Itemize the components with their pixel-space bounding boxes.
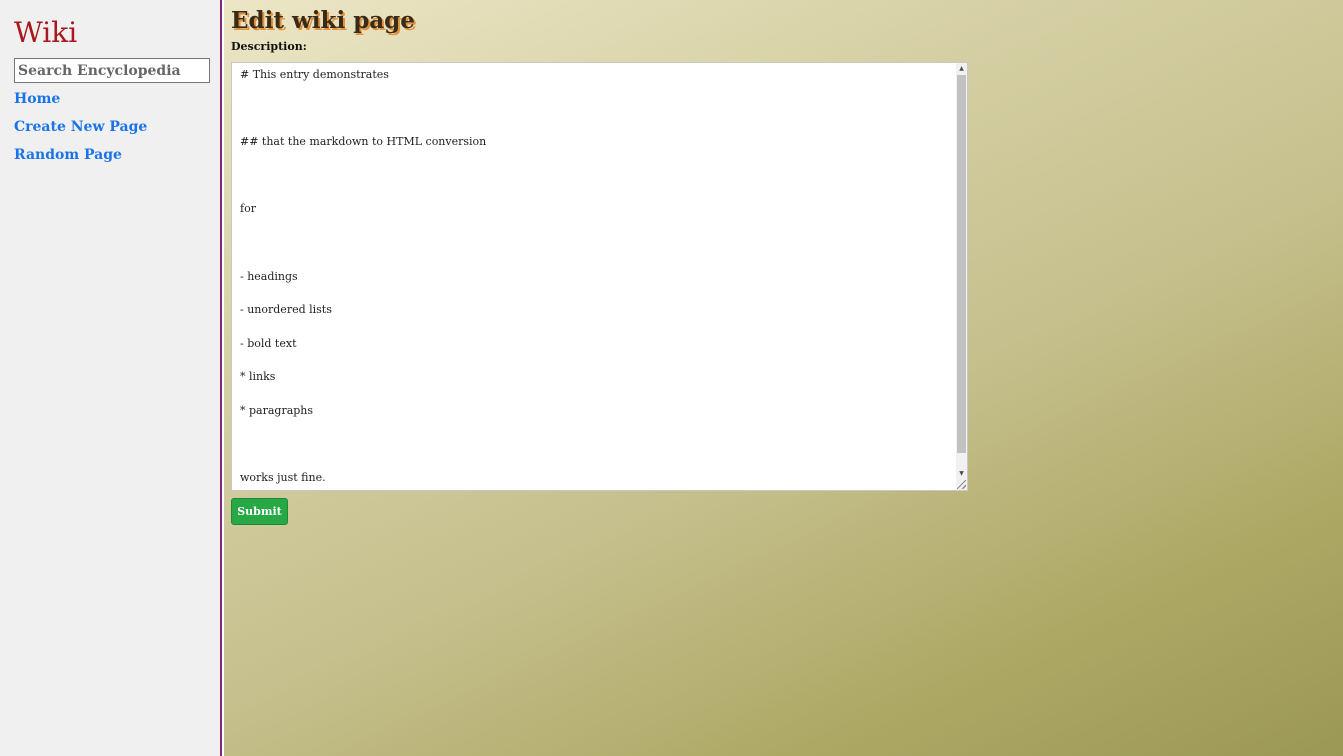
textarea-scrollbar[interactable]: ▲ ▼	[956, 63, 967, 490]
resize-grip-icon[interactable]	[957, 480, 966, 489]
main-content: Edit wiki page Description: # This entry…	[224, 0, 1343, 756]
scrollbar-thumb[interactable]	[957, 75, 966, 453]
scroll-down-arrow-icon[interactable]: ▼	[956, 468, 967, 479]
description-label: Description:	[231, 40, 307, 53]
page-title: Edit wiki page	[231, 7, 415, 34]
nav-link-random-page[interactable]: Random Page	[14, 146, 122, 164]
nav-link-create-new-page[interactable]: Create New Page	[14, 118, 147, 136]
submit-button[interactable]: Submit	[231, 498, 288, 525]
description-textarea[interactable]: # This entry demonstrates ## that the ma…	[231, 62, 968, 491]
scroll-up-arrow-icon[interactable]: ▲	[956, 63, 967, 74]
site-brand: Wiki	[14, 16, 78, 49]
nav-link-home[interactable]: Home	[14, 90, 60, 108]
sidebar: Wiki Home Create New Page Random Page	[0, 0, 222, 756]
page: Wiki Home Create New Page Random Page Ed…	[0, 0, 1343, 756]
description-text[interactable]: # This entry demonstrates ## that the ma…	[240, 67, 953, 487]
search-input[interactable]	[14, 58, 210, 83]
